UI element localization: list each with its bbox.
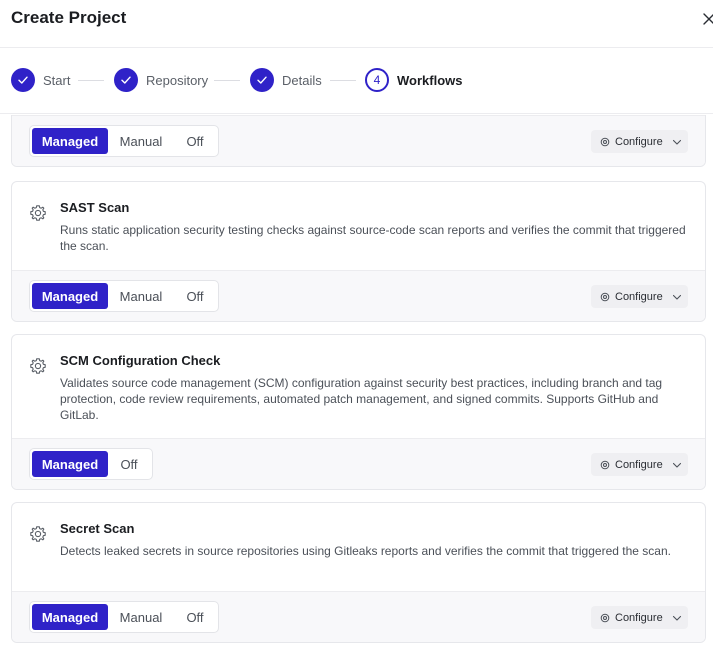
chevron-down-icon <box>672 615 681 621</box>
card-footer: Managed Manual Off Configure <box>12 115 705 166</box>
card-footer: Managed Manual Off Configure <box>12 270 705 321</box>
step-label: Start <box>43 72 71 88</box>
settings-icon <box>600 613 610 622</box>
card-footer: Managed Off Configure <box>12 438 705 489</box>
step-details[interactable]: Details <box>250 68 322 92</box>
step-label: Repository <box>146 72 209 88</box>
card-description: Detects leaked secrets in source reposit… <box>60 544 671 558</box>
step-connector <box>214 80 240 81</box>
configure-button[interactable]: Configure <box>591 285 688 308</box>
card-title: SCM Configuration Check <box>60 353 221 368</box>
mode-off-button[interactable]: Off <box>174 604 216 630</box>
workflow-card-scm-configuration-check: SCM Configuration Check Validates source… <box>11 334 706 490</box>
mode-toggle: Managed Manual Off <box>29 280 219 312</box>
workflow-card-secret-scan: Secret Scan Detects leaked secrets in so… <box>11 502 706 643</box>
configure-button[interactable]: Configure <box>591 130 688 153</box>
card-description: Runs static application security testing… <box>60 223 686 253</box>
mode-manual-button[interactable]: Manual <box>108 283 174 309</box>
check-icon <box>11 68 35 92</box>
chevron-down-icon <box>672 139 681 145</box>
configure-label: Configure <box>615 611 663 624</box>
step-connector <box>78 80 104 81</box>
step-repository[interactable]: Repository <box>114 68 208 92</box>
settings-icon <box>600 137 610 146</box>
step-start[interactable]: Start <box>11 68 70 92</box>
mode-off-button[interactable]: Off <box>108 451 150 477</box>
mode-managed-button[interactable]: Managed <box>32 283 108 309</box>
check-icon <box>250 68 274 92</box>
settings-icon <box>600 460 610 469</box>
check-icon <box>114 68 138 92</box>
step-label: Details <box>282 72 322 88</box>
step-number: 4 <box>365 68 389 92</box>
configure-label: Configure <box>615 135 663 148</box>
workflow-card: Managed Manual Off Configure <box>11 115 706 167</box>
dialog-header: Create Project <box>0 0 713 48</box>
mode-toggle: Managed Off <box>29 448 153 480</box>
configure-label: Configure <box>615 290 663 303</box>
mode-off-button[interactable]: Off <box>174 283 216 309</box>
workflow-list[interactable]: Managed Manual Off Configure SAST Scan R… <box>0 115 713 651</box>
mode-toggle: Managed Manual Off <box>29 125 219 157</box>
mode-manual-button[interactable]: Manual <box>108 128 174 154</box>
step-connector <box>330 80 356 81</box>
card-description: Validates source code management (SCM) c… <box>60 376 663 422</box>
card-title: SAST Scan <box>60 200 130 215</box>
mode-off-button[interactable]: Off <box>174 128 216 154</box>
configure-button[interactable]: Configure <box>591 453 688 476</box>
mode-manual-button[interactable]: Manual <box>108 604 174 630</box>
gear-icon <box>30 205 46 221</box>
gear-icon <box>30 526 46 542</box>
close-icon[interactable] <box>700 10 713 28</box>
configure-button[interactable]: Configure <box>591 606 688 629</box>
card-title: Secret Scan <box>60 521 135 536</box>
configure-label: Configure <box>615 458 663 471</box>
step-label: Workflows <box>397 72 463 88</box>
mode-managed-button[interactable]: Managed <box>32 604 108 630</box>
workflow-card-sast-scan: SAST Scan Runs static application securi… <box>11 181 706 322</box>
chevron-down-icon <box>672 294 681 300</box>
dialog-title: Create Project <box>11 8 127 27</box>
card-footer: Managed Manual Off Configure <box>12 591 705 642</box>
settings-icon <box>600 292 610 301</box>
gear-icon <box>30 358 46 374</box>
chevron-down-icon <box>672 462 681 468</box>
stepper: Start Repository Details 4 Workflows <box>0 48 713 114</box>
mode-toggle: Managed Manual Off <box>29 601 219 633</box>
step-workflows[interactable]: 4 Workflows <box>365 68 463 92</box>
mode-managed-button[interactable]: Managed <box>32 451 108 477</box>
mode-managed-button[interactable]: Managed <box>32 128 108 154</box>
